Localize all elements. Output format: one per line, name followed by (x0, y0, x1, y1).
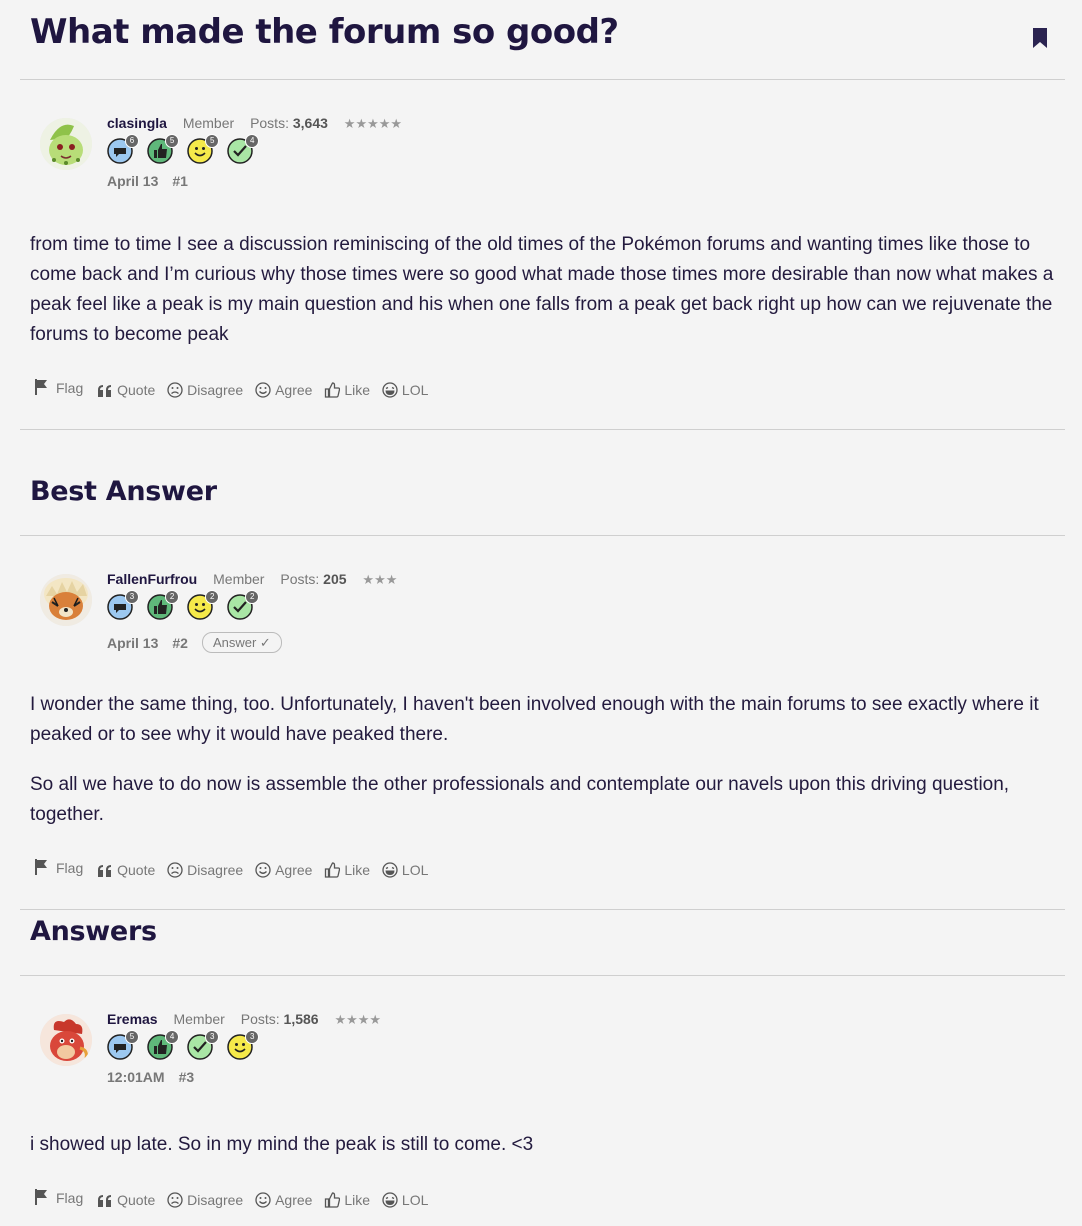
thumbs-up-badge-icon[interactable]: 5 (147, 134, 180, 166)
thumbs-up-badge-icon[interactable]: 4 (147, 1030, 180, 1062)
user-info: clasingla Member Posts: 3,643 ★★★★★ (107, 115, 402, 132)
comment-badge-icon[interactable]: 3 (107, 590, 139, 622)
post-date[interactable]: April 13 (107, 173, 158, 189)
post-paragraph: So all we have to do now is assemble the… (30, 774, 1010, 825)
user-role: Member (173, 1011, 225, 1027)
post-number[interactable]: #3 (179, 1069, 195, 1085)
posts-count: 3,643 (292, 115, 328, 131)
post-date[interactable]: April 13 (107, 635, 158, 651)
comment-badge-icon[interactable]: 6 (107, 134, 139, 166)
user-role: Member (213, 571, 265, 587)
username[interactable]: FallenFurfrou (107, 571, 197, 587)
like-button[interactable]: Like (324, 1192, 370, 1208)
username[interactable]: Eremas (107, 1011, 158, 1027)
post-date[interactable]: 12:01AM (107, 1069, 165, 1085)
flag-button[interactable]: Flag (34, 1188, 83, 1206)
rank-stars: ★★★★★ (343, 116, 403, 131)
divider (20, 535, 1065, 536)
posts-label: Posts: (240, 1011, 280, 1027)
post-paragraph: from time to time I see a discussion rem… (30, 234, 1054, 345)
posts-label: Posts: (280, 571, 320, 587)
best-answer-heading: Best Answer (30, 476, 217, 507)
disagree-button[interactable]: Disagree (167, 862, 243, 878)
divider (20, 429, 1065, 430)
agree-button[interactable]: Agree (255, 1192, 312, 1208)
user-role: Member (182, 115, 235, 131)
posts-count: 1,586 (283, 1011, 319, 1027)
flag-button[interactable]: Flag (34, 858, 83, 876)
lol-button[interactable]: LOL (382, 382, 428, 398)
divider (20, 975, 1065, 976)
user-info: Eremas Member Posts: 1,586 ★★★★ (107, 1011, 381, 1028)
bookmark-icon[interactable] (1032, 27, 1048, 49)
answer-tag: Answer ✓ (201, 632, 282, 653)
posts-label: Posts: (250, 115, 289, 131)
posts-count: 205 (323, 571, 347, 587)
post-number[interactable]: #2 (172, 635, 188, 651)
check-badge-icon[interactable]: 3 (187, 1030, 220, 1062)
divider (20, 79, 1065, 80)
check-badge-icon[interactable]: 2 (227, 590, 260, 622)
avatar[interactable] (40, 1014, 92, 1066)
post-meta: April 13 #1 (107, 173, 188, 189)
username[interactable]: clasingla (107, 115, 167, 131)
smile-badge-icon[interactable]: 2 (187, 590, 220, 622)
smile-badge-icon[interactable]: 3 (227, 1030, 260, 1062)
post-actions: Flag Quote Disagree Agree Like LOL (34, 858, 436, 878)
post-body: from time to time I see a discussion rem… (30, 230, 1060, 370)
post-paragraph: I wonder the same thing, too. Unfortunat… (30, 694, 1039, 745)
badge-row: 6 5 5 4 (107, 134, 262, 166)
rank-stars: ★★★★ (334, 1012, 382, 1027)
divider (20, 909, 1065, 910)
flag-button[interactable]: Flag (34, 378, 83, 396)
agree-button[interactable]: Agree (255, 862, 312, 878)
lol-button[interactable]: LOL (382, 1192, 428, 1208)
post-number[interactable]: #1 (172, 173, 188, 189)
post-paragraph: i showed up late. So in my mind the peak… (30, 1134, 534, 1155)
post-meta: April 13 #2 Answer ✓ (107, 632, 282, 653)
post-actions: Flag Quote Disagree Agree Like LOL (34, 1188, 436, 1208)
like-button[interactable]: Like (324, 862, 370, 878)
post-meta: 12:01AM #3 (107, 1069, 194, 1085)
disagree-button[interactable]: Disagree (167, 1192, 243, 1208)
answers-heading: Answers (30, 916, 157, 947)
avatar[interactable] (40, 118, 92, 170)
smile-badge-icon[interactable]: 5 (187, 134, 220, 166)
rank-stars: ★★★ (362, 572, 398, 587)
quote-button[interactable]: Quote (97, 862, 155, 878)
comment-badge-icon[interactable]: 5 (107, 1030, 139, 1062)
avatar[interactable] (40, 574, 92, 626)
quote-button[interactable]: Quote (97, 1192, 155, 1208)
like-button[interactable]: Like (324, 382, 370, 398)
user-info: FallenFurfrou Member Posts: 205 ★★★ (107, 571, 397, 588)
agree-button[interactable]: Agree (255, 382, 312, 398)
badge-row: 5 4 3 3 (107, 1030, 262, 1062)
thread-title: What made the forum so good? (30, 12, 619, 52)
lol-button[interactable]: LOL (382, 862, 428, 878)
disagree-button[interactable]: Disagree (167, 382, 243, 398)
post-actions: Flag Quote Disagree Agree Like LOL (34, 378, 436, 398)
check-badge-icon[interactable]: 4 (227, 134, 260, 166)
badge-row: 3 2 2 2 (107, 590, 262, 622)
thumbs-up-badge-icon[interactable]: 2 (147, 590, 180, 622)
post-body: I wonder the same thing, too. Unfortunat… (30, 690, 1060, 850)
post-body: i showed up late. So in my mind the peak… (30, 1130, 1060, 1180)
quote-button[interactable]: Quote (97, 382, 155, 398)
